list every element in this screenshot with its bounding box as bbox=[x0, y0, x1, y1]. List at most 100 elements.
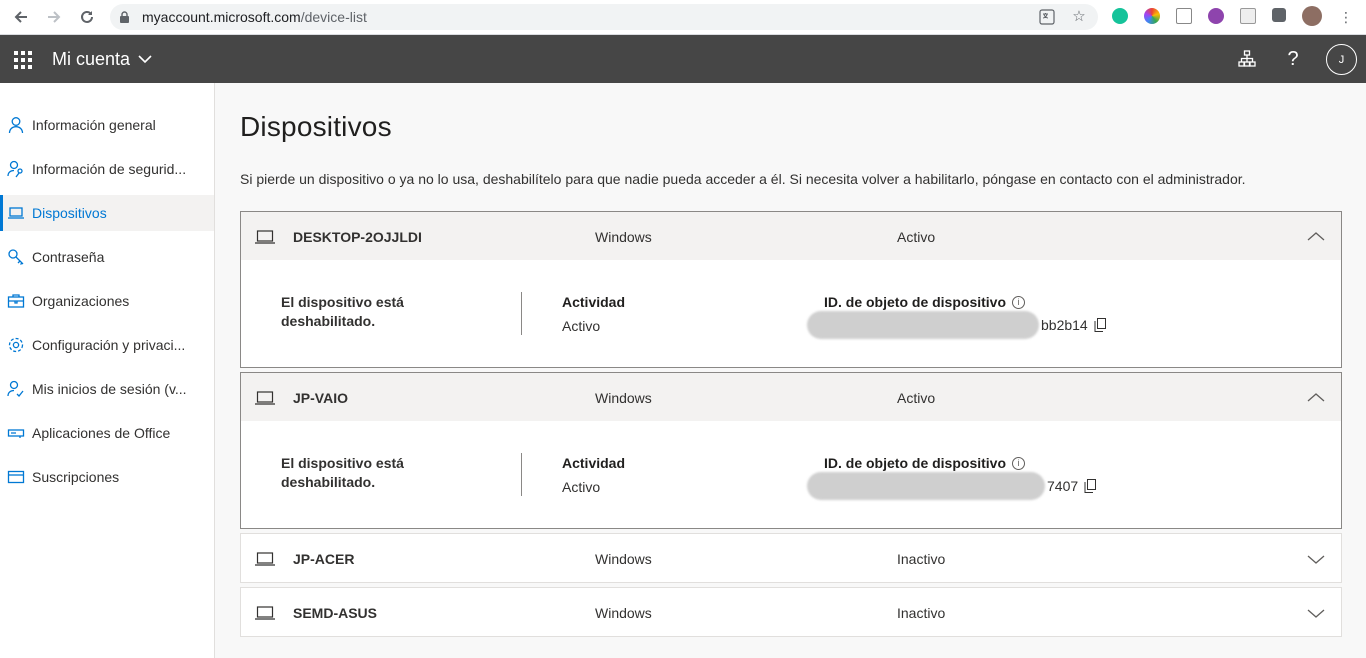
device-id-value: 7407 bbox=[1047, 478, 1079, 494]
sidebar-item-password[interactable]: Contraseña bbox=[0, 239, 214, 275]
activity-value: Activo bbox=[562, 318, 601, 334]
chevron-down-icon bbox=[138, 55, 152, 64]
device-disabled-text: El dispositivo está deshabilitado. bbox=[281, 455, 404, 490]
reload-icon bbox=[81, 10, 93, 23]
sidebar-nav: Información general Información de segur… bbox=[0, 83, 215, 658]
device-id-row: bb2b14 bbox=[807, 311, 1106, 339]
laptop-icon bbox=[255, 230, 275, 244]
device-card-header[interactable]: DESKTOP-2OJJLDI Windows Activo bbox=[241, 212, 1341, 260]
reload-button[interactable] bbox=[75, 6, 99, 28]
device-card-header[interactable]: SEMD-ASUS Windows Inactivo bbox=[241, 588, 1341, 636]
sidebar-item-subscriptions[interactable]: Suscripciones bbox=[0, 459, 214, 495]
page-description: Si pierde un dispositivo o ya no lo usa,… bbox=[240, 171, 1246, 187]
document-extension-icon[interactable] bbox=[1240, 8, 1256, 24]
sidebar-item-overview[interactable]: Información general bbox=[0, 107, 214, 143]
device-name: DESKTOP-2OJJLDI bbox=[293, 229, 422, 245]
device-status: Activo bbox=[897, 390, 936, 406]
person-icon bbox=[8, 117, 24, 134]
user-avatar[interactable]: J bbox=[1326, 44, 1357, 75]
device-card-details: El dispositivo está deshabilitado. Activ… bbox=[241, 421, 1341, 528]
device-card-header[interactable]: JP-ACER Windows Inactivo bbox=[241, 534, 1341, 582]
laptop-icon bbox=[255, 606, 275, 620]
device-card: SEMD-ASUS Windows Inactivo bbox=[240, 587, 1342, 637]
info-icon[interactable]: i bbox=[1012, 456, 1026, 470]
sidebar-item-sign-ins[interactable]: Mis inicios de sesión (v... bbox=[0, 371, 214, 407]
device-card-header[interactable]: JP-VAIO Windows Activo bbox=[241, 373, 1341, 421]
sidebar-item-devices[interactable]: Dispositivos bbox=[0, 195, 214, 231]
help-icon[interactable]: ? bbox=[1281, 47, 1305, 71]
sidebar-item-label: Configuración y privaci... bbox=[32, 337, 186, 353]
chevron-up-icon[interactable] bbox=[1307, 389, 1325, 407]
laptop-icon bbox=[255, 552, 275, 566]
extensions-puzzle-icon[interactable] bbox=[1272, 8, 1286, 22]
bookmark-star-icon[interactable]: ☆ bbox=[1071, 9, 1087, 25]
app-launcher-icon[interactable] bbox=[14, 51, 32, 69]
device-card: DESKTOP-2OJJLDI Windows Activo El dispos… bbox=[240, 211, 1342, 368]
device-os: Windows bbox=[595, 229, 652, 245]
device-disabled-text: El dispositivo está deshabilitado. bbox=[281, 294, 404, 329]
device-card: JP-VAIO Windows Activo El dispositivo es… bbox=[240, 372, 1342, 529]
card-icon bbox=[7, 470, 25, 484]
url-text: myaccount.microsoft.com/device-list bbox=[142, 9, 367, 25]
sidebar-item-organizations[interactable]: Organizaciones bbox=[0, 283, 214, 319]
chevron-up-icon[interactable] bbox=[1307, 228, 1325, 246]
sidebar-item-label: Dispositivos bbox=[32, 205, 107, 221]
device-status: Activo bbox=[897, 229, 936, 245]
key-icon bbox=[8, 249, 24, 265]
redacted-id-overlay bbox=[807, 311, 1039, 339]
grammarly-extension-icon[interactable] bbox=[1112, 8, 1128, 24]
cast-extension-icon[interactable] bbox=[1176, 8, 1192, 24]
sidebar-item-label: Organizaciones bbox=[32, 293, 130, 309]
page-title: Dispositivos bbox=[240, 111, 392, 142]
chevron-down-icon[interactable] bbox=[1307, 604, 1325, 622]
details-divider bbox=[521, 292, 522, 335]
gear-icon bbox=[8, 337, 24, 353]
forward-button[interactable] bbox=[42, 6, 66, 28]
chevron-down-icon[interactable] bbox=[1307, 550, 1325, 568]
activity-label: Actividad bbox=[562, 455, 626, 471]
back-button[interactable] bbox=[9, 6, 33, 28]
laptop-icon bbox=[255, 391, 275, 405]
activity-label: Actividad bbox=[562, 294, 626, 310]
device-name: SEMD-ASUS bbox=[293, 605, 378, 621]
url-host: myaccount.microsoft.com bbox=[142, 9, 301, 25]
forward-arrow-icon bbox=[48, 11, 61, 23]
device-name: JP-VAIO bbox=[293, 390, 348, 406]
device-id-label: ID. de objeto de dispositivo i bbox=[824, 294, 1026, 310]
sidebar-item-label: Contraseña bbox=[32, 249, 105, 265]
app-title-dropdown[interactable]: Mi cuenta bbox=[52, 49, 152, 70]
sidebar-item-office-apps[interactable]: Aplicaciones de Office bbox=[0, 415, 214, 451]
device-os: Windows bbox=[595, 390, 652, 406]
translate-icon[interactable] bbox=[1039, 9, 1055, 25]
details-divider bbox=[521, 453, 522, 496]
suite-header: Mi cuenta ? J bbox=[0, 35, 1366, 83]
activity-value: Activo bbox=[562, 479, 601, 495]
sidebar-item-settings-privacy[interactable]: Configuración y privaci... bbox=[0, 327, 214, 363]
copy-icon[interactable] bbox=[1084, 479, 1097, 493]
device-os: Windows bbox=[595, 605, 652, 621]
person-check-icon bbox=[7, 380, 24, 397]
laptop-icon bbox=[8, 207, 24, 219]
help-label: ? bbox=[1287, 47, 1299, 70]
copy-icon[interactable] bbox=[1094, 318, 1106, 332]
sidebar-item-label: Aplicaciones de Office bbox=[32, 425, 171, 441]
sidebar-item-label: Información general bbox=[32, 117, 156, 133]
sidebar-item-label: Información de segurid... bbox=[32, 161, 187, 177]
device-id-row: 7407 bbox=[807, 472, 1097, 500]
info-icon[interactable]: i bbox=[1012, 295, 1026, 309]
mail-extension-icon[interactable] bbox=[1208, 8, 1224, 24]
device-card-details: El dispositivo está deshabilitado. Activ… bbox=[241, 260, 1341, 367]
briefcase-icon bbox=[7, 294, 25, 308]
sidebar-item-security-info[interactable]: Información de segurid... bbox=[0, 151, 214, 187]
color-picker-extension-icon[interactable] bbox=[1144, 8, 1160, 24]
lock-icon bbox=[120, 11, 129, 23]
browser-menu-icon[interactable]: ⋮ bbox=[1334, 6, 1358, 28]
device-id-label: ID. de objeto de dispositivo i bbox=[824, 455, 1026, 471]
back-arrow-icon bbox=[14, 11, 27, 23]
address-bar[interactable]: myaccount.microsoft.com/device-list ☆ bbox=[110, 4, 1098, 30]
device-card: JP-ACER Windows Inactivo bbox=[240, 533, 1342, 583]
org-chart-icon[interactable] bbox=[1235, 47, 1259, 71]
profile-avatar-icon[interactable] bbox=[1302, 6, 1322, 26]
redacted-id-overlay bbox=[807, 472, 1045, 500]
device-status: Inactivo bbox=[897, 605, 946, 621]
